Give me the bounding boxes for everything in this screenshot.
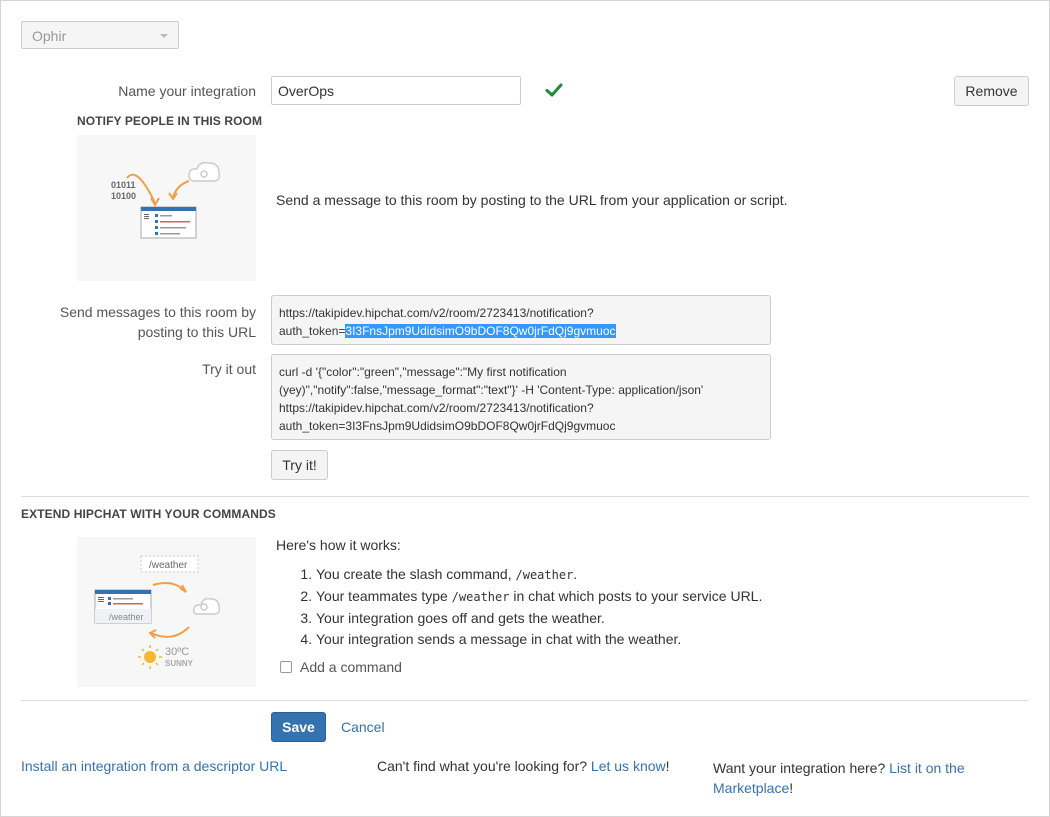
room-select[interactable]: Ophir: [21, 21, 179, 49]
try-it-out-label: Try it out: [202, 361, 256, 377]
illustration-cond: SUNNY: [165, 659, 194, 668]
step-item: Your teammates type /weather in chat whi…: [316, 586, 876, 608]
cant-find-text: Can't find what you're looking for? Let …: [377, 758, 670, 774]
add-command-label[interactable]: Add a command: [300, 659, 402, 675]
extend-section-title: EXTEND HIPCHAT WITH YOUR COMMANDS: [21, 507, 276, 521]
extend-illustration: /weather /weather 30ºC SUNNY: [77, 537, 256, 687]
chevron-down-icon: [160, 34, 168, 38]
save-button[interactable]: Save: [271, 712, 326, 742]
add-command-row[interactable]: Add a command: [280, 659, 402, 675]
list-it-link[interactable]: List it on the: [889, 760, 965, 776]
curl-line-2: (yey)","notify":false,"message_format":"…: [279, 383, 704, 397]
binary-text-1: 01011: [111, 180, 136, 190]
integration-name-label: Name your integration: [118, 83, 256, 99]
step-item: You create the slash command, /weather.: [316, 564, 876, 586]
integration-name-input[interactable]: [271, 76, 521, 105]
illustration-cmd-input: /weather: [109, 612, 144, 622]
webhook-illustration-icon: 01011 10100: [111, 161, 221, 239]
add-command-checkbox[interactable]: [280, 661, 292, 673]
remove-button[interactable]: Remove: [954, 76, 1029, 106]
binary-text-2: 10100: [111, 191, 136, 201]
check-icon: [545, 83, 563, 97]
notify-description: Send a message to this room by posting t…: [276, 192, 788, 208]
curl-line-4: auth_token=3I3FnsJpm9UdidsimO9bDOF8Qw0jr…: [279, 419, 616, 433]
steps-list: You create the slash command, /weather. …: [276, 564, 876, 650]
curl-example-box[interactable]: curl -d '{"color":"green","message":"My …: [271, 354, 771, 440]
url-prefix: auth_token=: [279, 324, 346, 338]
slash-command-code: /weather: [451, 590, 510, 604]
let-us-know-link[interactable]: Let us know: [591, 758, 666, 774]
step-item: Your integration goes off and gets the w…: [316, 608, 876, 629]
url-line-1: https://takipidev.hipchat.com/v2/room/27…: [279, 306, 594, 320]
marketplace-text: Want your integration here? List it on t…: [713, 760, 965, 796]
url-label-line-2: posting to this URL: [137, 324, 256, 340]
step-item: Your integration sends a message in chat…: [316, 629, 876, 650]
room-select-value: Ophir: [32, 28, 67, 44]
illustration-temp: 30ºC: [165, 646, 189, 658]
url-line-2: auth_token=3I3FnsJpm9UdidsimO9bDOF8Qw0jr…: [279, 322, 763, 340]
url-label: Send messages to this room by posting to…: [30, 302, 256, 342]
notify-section-title: NOTIFY PEOPLE IN THIS ROOM: [77, 114, 263, 128]
notify-illustration: 01011 10100: [77, 135, 256, 281]
actions-divider: [21, 700, 1029, 701]
try-it-button[interactable]: Try it!: [271, 450, 328, 480]
marketplace-link[interactable]: Marketplace: [713, 780, 789, 796]
section-divider: [21, 496, 1029, 497]
how-it-works-label: Here's how it works:: [276, 537, 401, 553]
auth-token-selected: 3I3FnsJpm9UdidsimO9bDOF8Qw0jrFdQj9gvmuoc: [345, 324, 616, 338]
notification-url-box[interactable]: https://takipidev.hipchat.com/v2/room/27…: [271, 295, 771, 345]
curl-line-3: https://takipidev.hipchat.com/v2/room/27…: [279, 401, 594, 415]
slash-command-illustration-icon: /weather /weather 30ºC SUNNY: [94, 555, 221, 669]
cancel-link[interactable]: Cancel: [341, 719, 385, 735]
slash-command-code: /weather: [515, 568, 574, 582]
install-descriptor-link[interactable]: Install an integration from a descriptor…: [21, 758, 287, 774]
curl-line-1: curl -d '{"color":"green","message":"My …: [279, 365, 567, 379]
illustration-cmd-top: /weather: [149, 560, 188, 571]
url-label-line-1: Send messages to this room by: [59, 304, 256, 320]
